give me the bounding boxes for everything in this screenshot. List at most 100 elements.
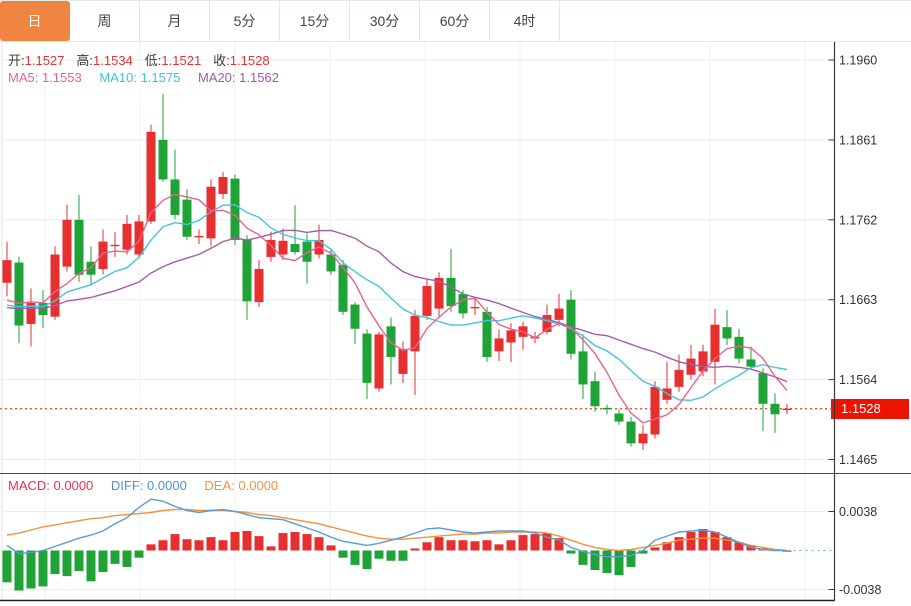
candle-body — [159, 140, 168, 180]
tab-4hour[interactable]: 4时 — [490, 1, 560, 41]
candle-body — [255, 269, 264, 302]
candle-body — [387, 326, 396, 357]
candle-body — [747, 359, 756, 366]
ma5-label: MA5: — [8, 70, 38, 85]
macd-bar — [339, 551, 348, 558]
candle-body — [351, 305, 360, 329]
macd-bar — [459, 540, 468, 550]
ohlc-readout: 开:1.1527高:1.1534低:1.1521收:1.1528 — [8, 50, 282, 69]
open-label: 开: — [8, 53, 25, 68]
tab-15min[interactable]: 15分 — [280, 1, 350, 41]
macd-bar — [39, 551, 48, 587]
macd-bar — [531, 534, 540, 550]
candle-body — [471, 307, 480, 308]
dea-label: DEA: — [204, 478, 234, 493]
macd-label: MACD: — [8, 478, 50, 493]
y-axis-tick-label: 1.1762 — [839, 213, 877, 227]
candle-body — [411, 316, 420, 352]
y-axis-tick-label: 1.1960 — [839, 54, 877, 68]
close-value: 1.1528 — [230, 53, 270, 68]
candle-body — [291, 244, 300, 252]
macd-bar — [699, 529, 708, 551]
macd-bar — [351, 551, 360, 565]
macd-bar — [615, 551, 624, 576]
candle-body — [183, 200, 192, 237]
candle-body — [171, 179, 180, 215]
macd-bar — [219, 540, 228, 550]
candle-body — [75, 220, 84, 275]
y-axis-tick-label: 1.1564 — [839, 373, 877, 387]
macd-bar — [651, 547, 660, 550]
tab-5min[interactable]: 5分 — [210, 1, 280, 41]
ma-readout: MA5: 1.1553 MA10: 1.1575 MA20: 1.1562 — [8, 70, 293, 85]
candle-body — [135, 221, 144, 254]
macd-bar — [195, 540, 204, 550]
candle-body — [51, 255, 60, 317]
macd-bar — [435, 537, 444, 550]
macd-bar — [387, 551, 396, 561]
ma20-label: MA20: — [198, 70, 236, 85]
macd-axis-tick-label: 0.0038 — [839, 505, 877, 519]
macd-bar — [255, 536, 264, 550]
candle-body — [651, 387, 660, 435]
macd-bar — [675, 537, 684, 550]
candle-body — [195, 236, 204, 237]
ma10-label: MA10: — [99, 70, 137, 85]
macd-bar — [567, 551, 576, 554]
candle-body — [555, 309, 564, 320]
candle-body — [723, 327, 732, 338]
macd-axis-tick-label: -0.0038 — [839, 583, 881, 597]
tab-week[interactable]: 周 — [70, 1, 140, 41]
ma20-line — [7, 230, 787, 381]
y-axis-tick-label: 1.1465 — [839, 453, 877, 467]
macd-bar — [75, 551, 84, 572]
macd-value: 0.0000 — [54, 478, 94, 493]
macd-bar — [87, 551, 96, 582]
macd-bar — [303, 534, 312, 550]
candle-body — [495, 338, 504, 351]
macd-bar — [315, 537, 324, 550]
macd-bar — [171, 534, 180, 550]
candle-body — [459, 294, 468, 313]
macd-readout: MACD: 0.0000 DIFF: 0.0000 DEA: 0.0000 — [8, 478, 292, 493]
macd-bar — [15, 551, 24, 591]
tab-30min[interactable]: 30分 — [350, 1, 420, 41]
candle-body — [603, 408, 612, 410]
candle-body — [591, 381, 600, 406]
macd-bar — [375, 551, 384, 559]
macd-bar — [363, 551, 372, 569]
candle-body — [615, 413, 624, 421]
candle-body — [363, 334, 372, 383]
macd-bar — [243, 531, 252, 550]
candle-body — [687, 359, 696, 375]
macd-bar — [471, 541, 480, 550]
high-label: 高: — [76, 53, 93, 68]
macd-bar — [483, 540, 492, 550]
candle-body — [783, 409, 792, 410]
candle-body — [423, 286, 432, 316]
candle-body — [639, 434, 648, 444]
candle-body — [123, 224, 132, 250]
macd-bar — [399, 551, 408, 561]
candle-body — [147, 132, 156, 222]
macd-bar — [291, 532, 300, 550]
y-axis-tick-label: 1.1861 — [839, 133, 877, 147]
candle-body — [579, 351, 588, 384]
price-chart-svg: 1.19601.18611.17621.16631.15641.14650.00… — [0, 0, 911, 606]
macd-bar — [603, 551, 612, 574]
ma5-value: 1.1553 — [42, 70, 82, 85]
candle-body — [3, 260, 12, 283]
candle-body — [507, 330, 516, 342]
macd-bar — [495, 544, 504, 550]
macd-bar — [207, 537, 216, 550]
macd-bar — [327, 545, 336, 550]
macd-bar — [423, 542, 432, 550]
macd-bar — [267, 546, 276, 550]
macd-bar — [99, 551, 108, 573]
tab-month[interactable]: 月 — [140, 1, 210, 41]
candle-body — [243, 240, 252, 301]
tab-60min[interactable]: 60分 — [420, 1, 490, 41]
candle-body — [771, 404, 780, 414]
macd-bar — [627, 551, 636, 567]
tab-day[interactable]: 日 — [0, 1, 70, 41]
